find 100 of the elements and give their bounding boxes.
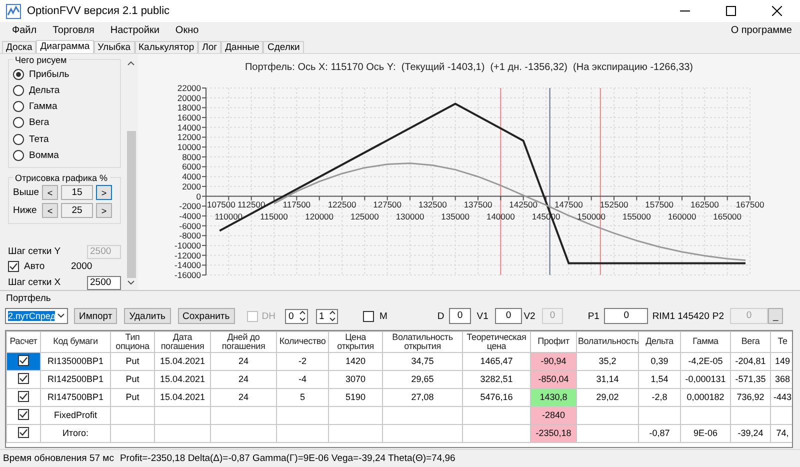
radio-button[interactable]	[13, 101, 24, 112]
column-header[interactable]: Те	[770, 331, 792, 352]
y-tick-label: -16000	[174, 270, 201, 280]
menu-item[interactable]: Окно	[167, 25, 207, 36]
field-label: D	[437, 310, 444, 322]
app-logo-icon	[6, 4, 21, 18]
column-header[interactable]: Тип опциона	[110, 331, 154, 352]
row-select-cell[interactable]	[6, 406, 40, 424]
checkbox[interactable]	[18, 373, 29, 384]
input-field[interactable]: 0	[495, 308, 522, 324]
x-tick-label: 142500	[509, 199, 538, 210]
tab[interactable]: Диаграмма	[36, 40, 94, 53]
menu-item[interactable]: Торговля	[44, 25, 102, 36]
table-cell: -443	[770, 388, 792, 406]
y-tick-label: 16000	[177, 112, 201, 122]
toolbar-button[interactable]: Сохранить	[178, 308, 235, 324]
column-header[interactable]: Теоретическая цена	[462, 331, 530, 352]
radio-button[interactable]	[13, 134, 24, 145]
table-cell: 27,08	[382, 388, 462, 406]
checkbox[interactable]	[18, 355, 29, 366]
menu-item[interactable]: Настройки	[102, 25, 168, 36]
x-tick-label: 122500	[328, 199, 356, 210]
table-cell: 736,92	[730, 388, 770, 406]
checkbox[interactable]	[8, 261, 19, 272]
tab[interactable]: Данные	[221, 40, 264, 53]
column-header[interactable]: Дата погашения	[154, 331, 210, 352]
table-cell: 3070	[328, 370, 382, 388]
column-header[interactable]: Профит	[530, 331, 576, 352]
menu-item[interactable]: Файл	[4, 25, 45, 36]
x-tick-label: 167500	[736, 199, 764, 210]
table-cell: 24	[210, 370, 276, 388]
tab[interactable]: Калькулятор	[134, 40, 198, 53]
row-select-cell[interactable]	[6, 352, 40, 370]
table-cell: Put	[110, 352, 154, 370]
checkbox-label: M	[379, 310, 388, 322]
table-cell: 34,75	[382, 352, 462, 370]
y-tick-label: 18000	[177, 102, 201, 113]
table-cell: 31,14	[576, 370, 638, 388]
toolbar-button[interactable]: Импорт	[74, 308, 118, 324]
checkbox[interactable]	[18, 427, 29, 438]
radio-button[interactable]	[13, 84, 24, 96]
increase-button[interactable]: >	[96, 185, 112, 200]
column-header[interactable]: Волатильность открытия	[382, 331, 462, 352]
column-header[interactable]: Дней до погашения	[210, 331, 276, 352]
row-select-cell[interactable]	[6, 370, 40, 388]
range-label: Выше	[13, 187, 39, 198]
row-select-cell[interactable]	[6, 388, 40, 406]
column-header[interactable]: Код бумаги	[40, 331, 110, 352]
decrease-button[interactable]: <	[42, 185, 58, 200]
menu-item[interactable]: О программе	[722, 25, 800, 36]
profit-cell: -2350,18	[530, 424, 576, 442]
tab[interactable]: Сделки	[263, 40, 304, 53]
table-cell: 5476,16	[462, 388, 530, 406]
column-header[interactable]: Волатильность	[576, 331, 638, 352]
input-field[interactable]: 0	[449, 308, 471, 324]
small-button[interactable]: _	[768, 308, 783, 324]
column-header[interactable]: Количество	[276, 331, 328, 352]
checkbox-label: Авто	[24, 261, 46, 272]
profit-cell: -2840	[530, 406, 576, 424]
tab[interactable]: Доска	[2, 40, 36, 53]
spin-field[interactable]: 0	[285, 308, 308, 324]
radio-label: Прибыль	[29, 68, 70, 80]
column-header[interactable]: Расчет	[6, 331, 40, 352]
scroll-up-icon	[127, 60, 135, 68]
table-cell: -204,81	[730, 352, 770, 370]
row-select-cell[interactable]	[6, 424, 40, 442]
profit-cell: 1430,8	[530, 388, 576, 406]
x-tick-label: 130000	[396, 211, 424, 222]
table-cell: -0,87	[638, 424, 680, 442]
profit-cell: -90,94	[530, 352, 576, 370]
input-field[interactable]: 0	[604, 308, 648, 324]
table-cell: 1465,47	[462, 352, 530, 370]
spin-arrows-icon	[329, 310, 336, 322]
input-field[interactable]: 2500	[87, 276, 121, 290]
x-tick-label: 120000	[305, 211, 334, 222]
field-label: P1	[588, 310, 600, 322]
checkbox[interactable]	[18, 391, 29, 402]
spin-field[interactable]: 1	[316, 308, 338, 324]
table-cell: Put	[110, 370, 154, 388]
decrease-button[interactable]: <	[42, 203, 58, 218]
radio-button[interactable]	[13, 68, 24, 80]
checkbox[interactable]	[18, 409, 29, 420]
column-header[interactable]: Гамма	[680, 331, 730, 352]
column-header[interactable]: Дельта	[638, 331, 680, 352]
radio-button[interactable]	[13, 117, 24, 128]
toolbar-button[interactable]: Удалить	[124, 308, 170, 324]
tab[interactable]: Улыбка	[94, 40, 135, 53]
increase-button[interactable]: >	[96, 203, 112, 218]
range-value: 15	[61, 185, 93, 200]
checkbox[interactable]	[363, 310, 374, 322]
field-label: V2	[524, 310, 536, 322]
radio-button[interactable]	[13, 150, 24, 162]
column-header[interactable]: Вега	[730, 331, 770, 352]
spin-arrows-icon	[298, 310, 306, 322]
table-cell: 29,02	[576, 388, 638, 406]
tab[interactable]: Лог	[198, 40, 222, 53]
radio-label: Дельта	[29, 84, 60, 96]
portfolio-select[interactable]: 2.путСпред	[5, 308, 68, 324]
x-tick-label: 165000	[713, 211, 742, 222]
column-header[interactable]: Цена открытия	[328, 331, 382, 352]
